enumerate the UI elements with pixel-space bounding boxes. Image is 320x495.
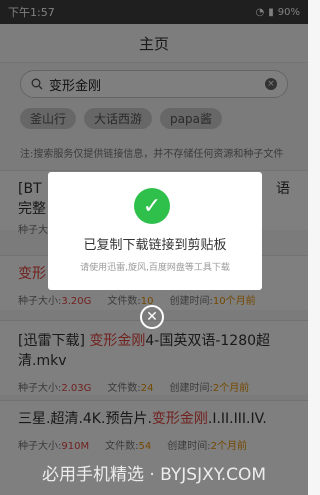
check-icon: ✓ xyxy=(134,188,170,224)
dialog-subtitle: 请使用迅雷,旋风,百度网盘等工具下载 xyxy=(80,263,230,273)
watermark: 必用手机精选 · BYJSJXY.COM xyxy=(41,465,267,485)
dialog-title: 已复制下载链接到剪贴板 xyxy=(83,238,227,253)
close-icon[interactable]: ✕ xyxy=(140,305,164,329)
